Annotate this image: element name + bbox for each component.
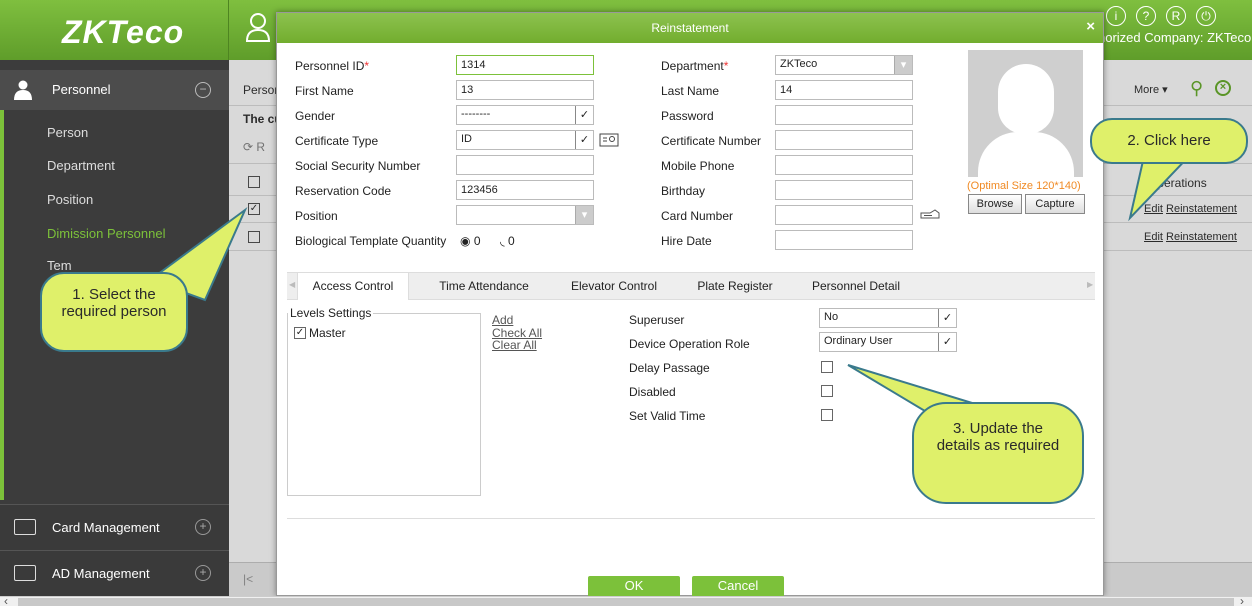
callout-click-here: 2. Click here — [1090, 118, 1248, 164]
callout-update-details: 3. Update the details as required — [912, 402, 1084, 504]
callout-select-person: 1. Select the required person — [40, 272, 188, 352]
